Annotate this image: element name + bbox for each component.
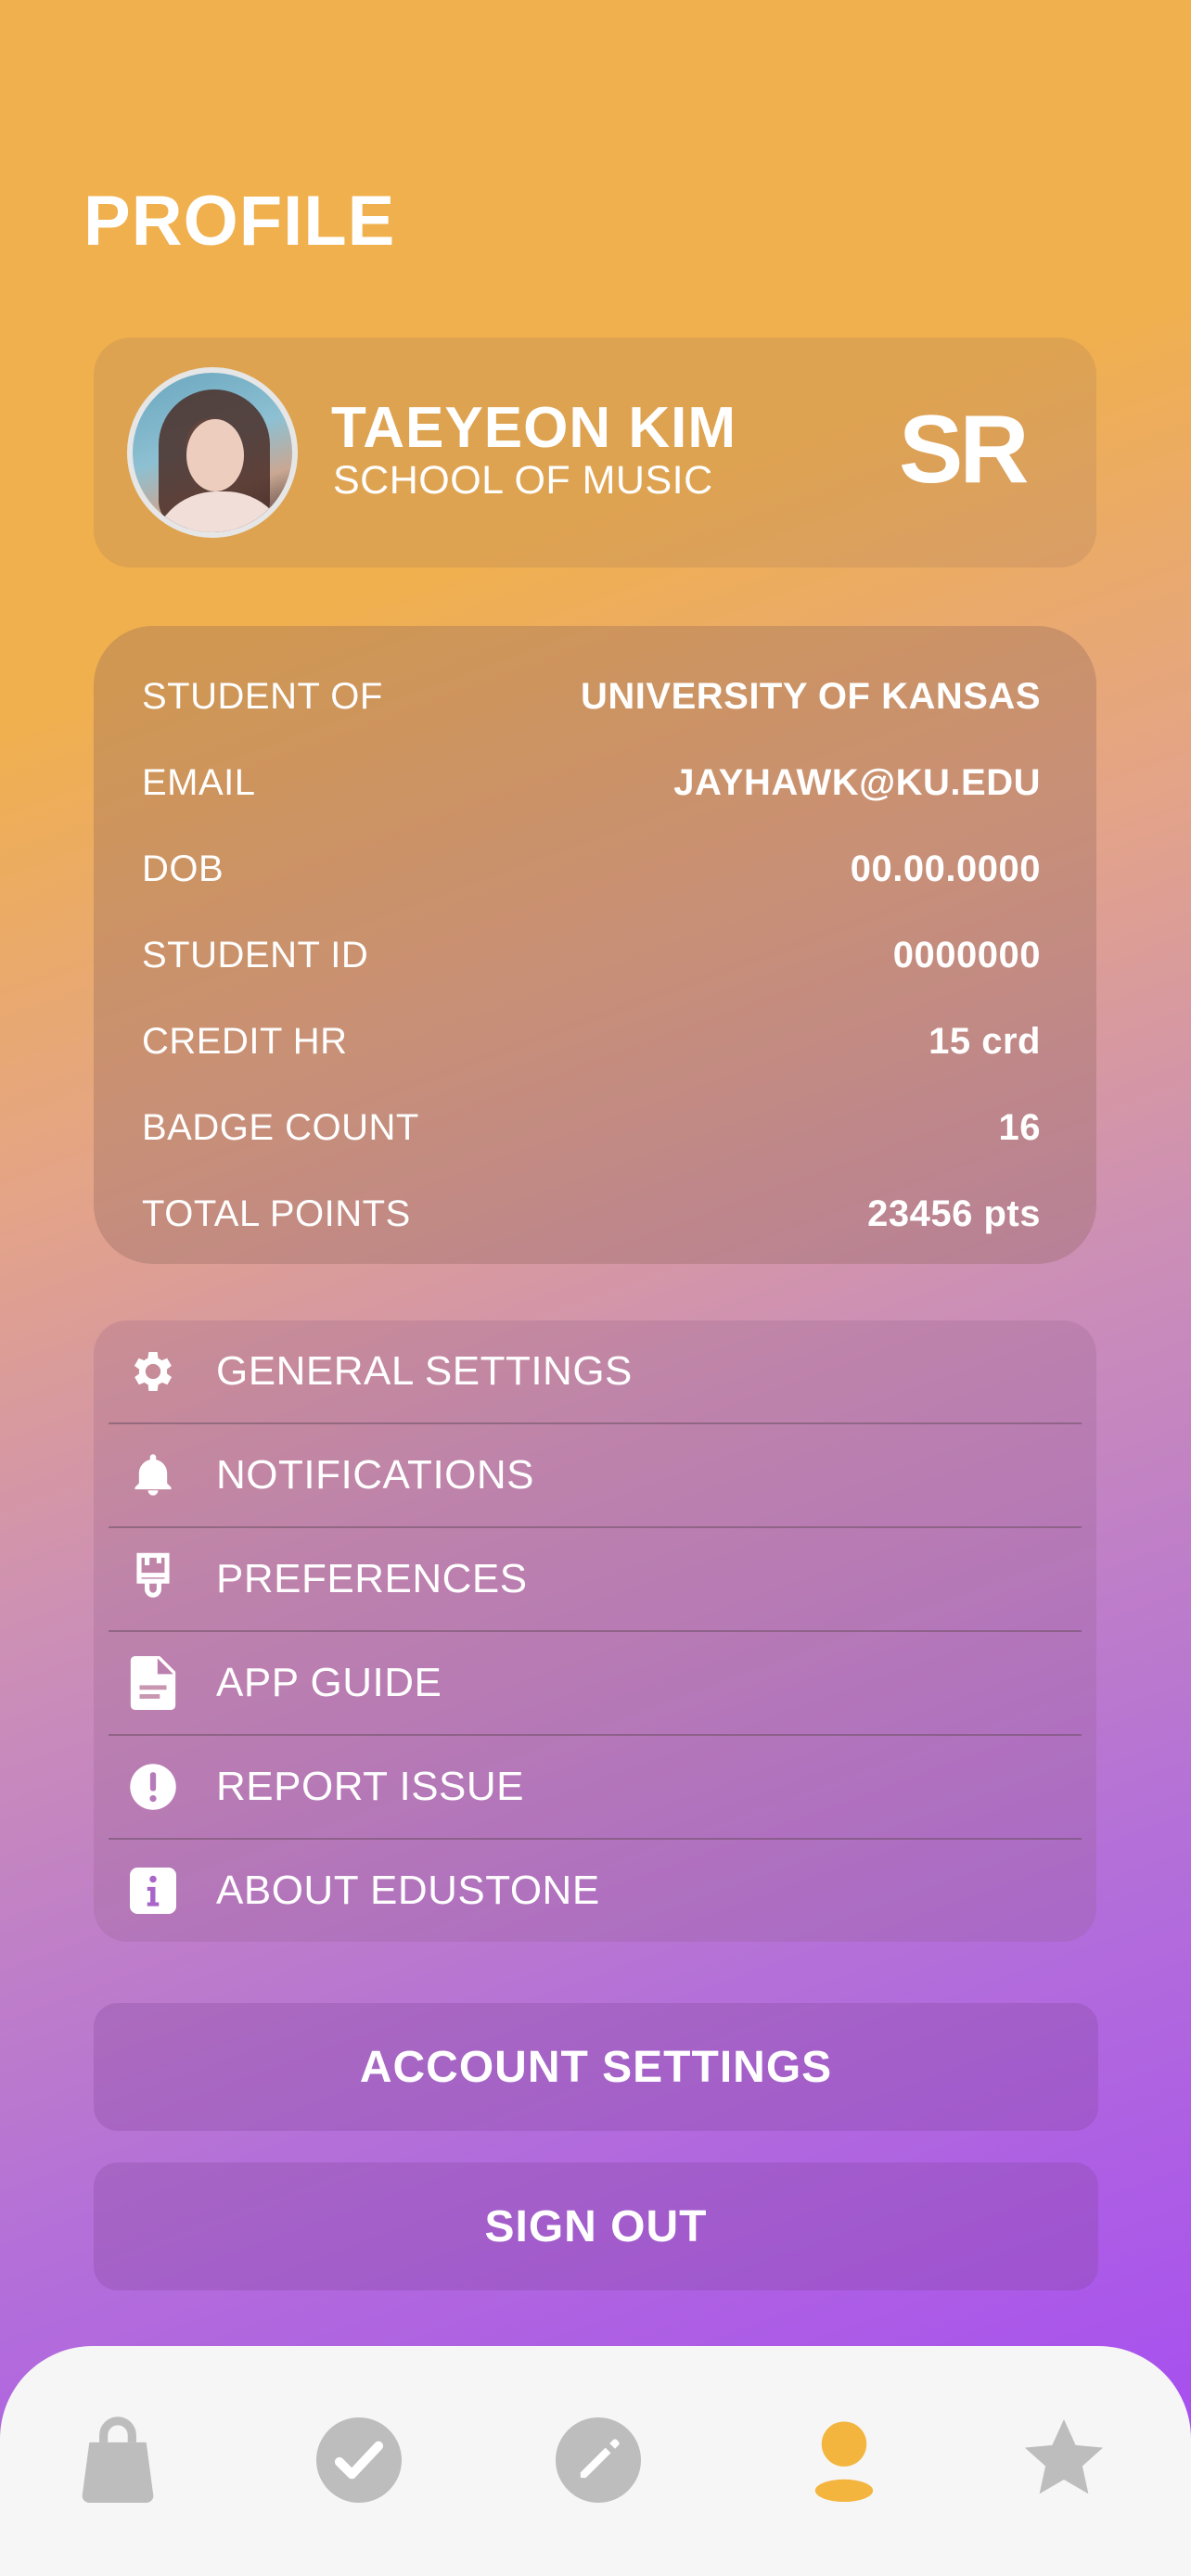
- info-label: STUDENT ID: [142, 935, 369, 976]
- menu-item-report-issue[interactable]: REPORT ISSUE: [109, 1736, 1082, 1840]
- info-label: STUDENT OF: [142, 676, 383, 717]
- page-title: PROFILE: [83, 182, 396, 261]
- info-row-student-id: STUDENT ID 0000000: [142, 912, 1041, 999]
- alert-icon: [127, 1761, 179, 1813]
- profile-person-icon: [812, 2418, 877, 2506]
- info-label: CREDIT HR: [142, 1021, 348, 1062]
- menu-item-about-edustone[interactable]: ABOUT EDUSTONE: [109, 1840, 1082, 1942]
- edit-pencil-icon: [556, 2417, 641, 2507]
- info-value: UNIVERSITY OF KANSAS: [581, 676, 1041, 717]
- student-info-card: STUDENT OF UNIVERSITY OF KANSAS EMAIL JA…: [94, 626, 1096, 1264]
- info-label: DOB: [142, 848, 224, 889]
- avatar[interactable]: [127, 367, 298, 538]
- menu-item-general-settings[interactable]: GENERAL SETTINGS: [109, 1320, 1082, 1424]
- profile-card: TAEYEON KIM SCHOOL OF MUSIC SR: [94, 338, 1096, 567]
- info-value: 23456 pts: [867, 1193, 1041, 1234]
- info-row-student-of: STUDENT OF UNIVERSITY OF KANSAS: [142, 654, 1041, 740]
- info-icon: [127, 1865, 179, 1917]
- profile-name: TAEYEON KIM: [331, 396, 736, 460]
- menu-item-preferences[interactable]: PREFERENCES: [109, 1528, 1082, 1632]
- info-value: JAYHAWK@KU.EDU: [673, 762, 1041, 803]
- menu-item-app-guide[interactable]: APP GUIDE: [109, 1632, 1082, 1736]
- info-label: EMAIL: [142, 762, 256, 803]
- info-value: 0000000: [892, 935, 1041, 976]
- bell-icon: [127, 1449, 179, 1501]
- star-icon: [1021, 2418, 1107, 2506]
- info-value: 00.00.0000: [850, 848, 1041, 889]
- info-value: 15 crd: [928, 1021, 1041, 1062]
- profile-school: SCHOOL OF MUSIC: [333, 458, 713, 503]
- gear-icon: [127, 1345, 179, 1397]
- settings-menu: GENERAL SETTINGS NOTIFICATIONS PREFERENC…: [94, 1320, 1096, 1942]
- menu-item-label: APP GUIDE: [216, 1660, 442, 1705]
- menu-item-label: ABOUT EDUSTONE: [216, 1868, 600, 1913]
- info-label: BADGE COUNT: [142, 1107, 419, 1148]
- menu-item-label: GENERAL SETTINGS: [216, 1348, 633, 1394]
- info-row-total-points: TOTAL POINTS 23456 pts: [142, 1171, 1041, 1257]
- brush-icon: [127, 1552, 179, 1605]
- document-icon: [127, 1656, 179, 1710]
- bottom-tab-bar: [0, 2346, 1191, 2576]
- info-row-dob: DOB 00.00.0000: [142, 826, 1041, 912]
- tab-profile[interactable]: [793, 2411, 895, 2513]
- tab-shop[interactable]: [67, 2411, 169, 2513]
- tab-favorites[interactable]: [1013, 2411, 1115, 2513]
- info-row-email: EMAIL JAYHAWK@KU.EDU: [142, 740, 1041, 826]
- menu-item-label: REPORT ISSUE: [216, 1764, 525, 1809]
- account-settings-button[interactable]: ACCOUNT SETTINGS: [94, 2003, 1098, 2131]
- profile-initials-badge: SR: [899, 396, 1029, 504]
- tab-tasks[interactable]: [308, 2411, 410, 2513]
- info-label: TOTAL POINTS: [142, 1193, 411, 1234]
- check-circle-icon: [316, 2417, 402, 2507]
- menu-item-label: PREFERENCES: [216, 1556, 528, 1601]
- tab-edit[interactable]: [547, 2411, 649, 2513]
- menu-item-label: NOTIFICATIONS: [216, 1452, 535, 1498]
- info-row-badge-count: BADGE COUNT 16: [142, 1085, 1041, 1171]
- info-value: 16: [998, 1107, 1041, 1148]
- shopping-bag-icon: [75, 2414, 160, 2511]
- menu-item-notifications[interactable]: NOTIFICATIONS: [109, 1424, 1082, 1528]
- sign-out-button[interactable]: SIGN OUT: [94, 2162, 1098, 2290]
- info-row-credit-hr: CREDIT HR 15 crd: [142, 999, 1041, 1085]
